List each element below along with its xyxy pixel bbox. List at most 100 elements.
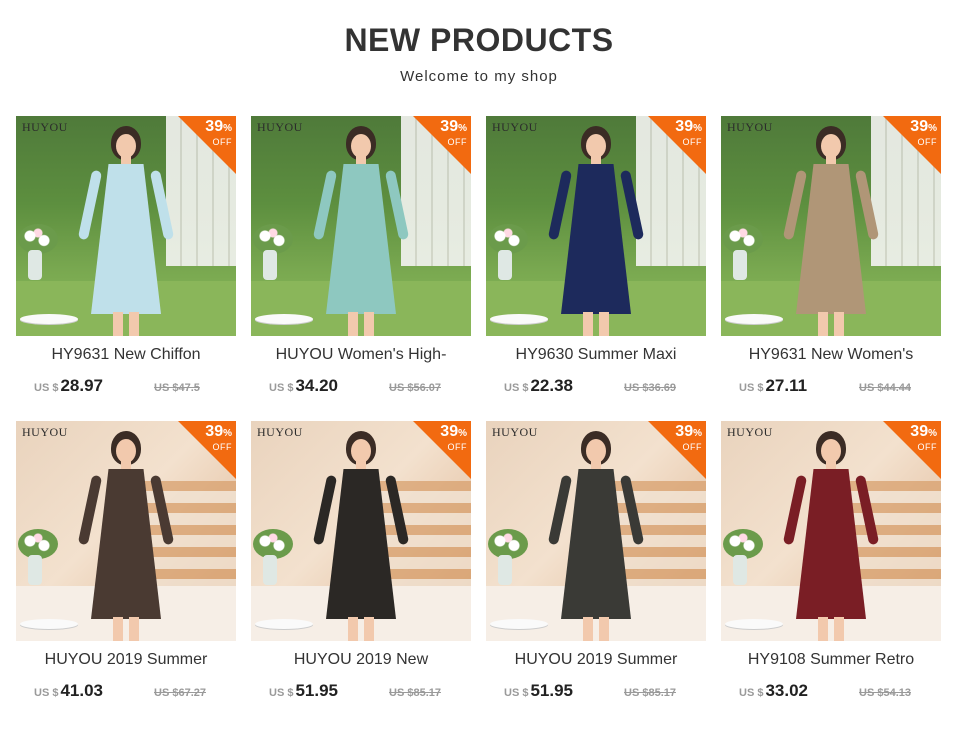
product-price: US $28.97 bbox=[34, 376, 103, 396]
vase-decor bbox=[733, 555, 747, 585]
discount-badge-text: 39% OFF bbox=[186, 119, 232, 147]
brand-logo: HUYOU bbox=[492, 120, 538, 134]
page-title: NEW PRODUCTS bbox=[344, 22, 614, 58]
discount-symbol: % bbox=[458, 428, 467, 439]
price-currency: US $ bbox=[269, 382, 294, 394]
model-figure bbox=[547, 126, 645, 336]
page-subtitle: Welcome to my shop bbox=[400, 68, 558, 85]
price-amount: 34.20 bbox=[295, 376, 339, 395]
discount-percent: 39 bbox=[440, 423, 459, 440]
discount-percent: 39 bbox=[205, 118, 224, 135]
discount-badge-text: 39% OFF bbox=[421, 424, 467, 452]
product-price: US $34.20 bbox=[269, 376, 338, 396]
original-price: US $85.17 bbox=[389, 687, 441, 699]
product-name[interactable]: HY9631 New Chiffon bbox=[16, 346, 236, 364]
product-name[interactable]: HUYOU 2019 New bbox=[251, 651, 471, 669]
vase-decor bbox=[498, 250, 512, 280]
product-price: US $51.95 bbox=[269, 681, 338, 701]
price-currency: US $ bbox=[504, 687, 529, 699]
discount-off-label: OFF bbox=[212, 442, 232, 452]
discount-badge-text: 39% OFF bbox=[656, 424, 702, 452]
vase-decor bbox=[733, 250, 747, 280]
model-figure bbox=[312, 431, 410, 641]
price-amount: 28.97 bbox=[60, 376, 104, 395]
discount-badge-text: 39% OFF bbox=[421, 119, 467, 147]
product-price: US $41.03 bbox=[34, 681, 103, 701]
product-image[interactable]: HUYOU 39% OFF bbox=[251, 116, 471, 336]
discount-symbol: % bbox=[458, 123, 467, 134]
model-figure bbox=[782, 431, 880, 641]
vase-decor bbox=[28, 555, 42, 585]
model-figure bbox=[312, 126, 410, 336]
price-currency: US $ bbox=[34, 382, 59, 394]
dress bbox=[326, 469, 396, 619]
vase-decor bbox=[263, 250, 277, 280]
vase-decor bbox=[263, 555, 277, 585]
product-image[interactable]: HUYOU 39% OFF bbox=[251, 421, 471, 641]
product-name[interactable]: HY9630 Summer Maxi bbox=[486, 346, 706, 364]
product-image[interactable]: HUYOU 39% OFF bbox=[721, 421, 941, 641]
brand-logo: HUYOU bbox=[257, 425, 303, 439]
product-name[interactable]: HUYOU 2019 Summer bbox=[16, 651, 236, 669]
product-price: US $51.95 bbox=[504, 681, 573, 701]
product-price: US $27.11 bbox=[739, 376, 807, 396]
table-decor bbox=[255, 619, 313, 629]
brand-logo: HUYOU bbox=[257, 120, 303, 134]
product-name[interactable]: HUYOU Women's High- bbox=[251, 346, 471, 364]
discount-badge-text: 39% OFF bbox=[891, 424, 937, 452]
model-figure bbox=[77, 126, 175, 336]
dress bbox=[91, 469, 161, 619]
product-name[interactable]: HY9631 New Women's bbox=[721, 346, 941, 364]
model-figure bbox=[547, 431, 645, 641]
price-amount: 33.02 bbox=[765, 681, 809, 700]
discount-badge-text: 39% OFF bbox=[656, 119, 702, 147]
dress bbox=[561, 164, 631, 314]
brand-logo: HUYOU bbox=[727, 120, 773, 134]
table-decor bbox=[725, 314, 783, 324]
original-price: US $44.44 bbox=[859, 382, 911, 394]
dress bbox=[796, 164, 866, 314]
discount-percent: 39 bbox=[675, 423, 694, 440]
discount-percent: 39 bbox=[910, 423, 929, 440]
product-image[interactable]: HUYOU 39% OFF bbox=[16, 421, 236, 641]
discount-percent: 39 bbox=[205, 423, 224, 440]
product-image[interactable]: HUYOU 39% OFF bbox=[721, 116, 941, 336]
product-image[interactable]: HUYOU 39% OFF bbox=[486, 116, 706, 336]
price-amount: 22.38 bbox=[530, 376, 574, 395]
model-figure bbox=[77, 431, 175, 641]
discount-symbol: % bbox=[223, 123, 232, 134]
vase-decor bbox=[498, 555, 512, 585]
original-price: US $67.27 bbox=[154, 687, 206, 699]
brand-logo: HUYOU bbox=[492, 425, 538, 439]
table-decor bbox=[20, 314, 78, 324]
price-currency: US $ bbox=[34, 687, 59, 699]
dress bbox=[796, 469, 866, 619]
original-price: US $36.69 bbox=[624, 382, 676, 394]
brand-logo: HUYOU bbox=[727, 425, 773, 439]
discount-symbol: % bbox=[223, 428, 232, 439]
price-amount: 27.11 bbox=[765, 376, 808, 395]
discount-percent: 39 bbox=[440, 118, 459, 135]
product-image[interactable]: HUYOU 39% OFF bbox=[16, 116, 236, 336]
product-name[interactable]: HY9108 Summer Retro bbox=[721, 651, 941, 669]
discount-symbol: % bbox=[928, 123, 937, 134]
brand-logo: HUYOU bbox=[22, 425, 68, 439]
price-amount: 41.03 bbox=[60, 681, 104, 700]
original-price: US $85.17 bbox=[624, 687, 676, 699]
discount-badge-text: 39% OFF bbox=[186, 424, 232, 452]
price-amount: 51.95 bbox=[295, 681, 339, 700]
discount-off-label: OFF bbox=[447, 442, 467, 452]
dress bbox=[91, 164, 161, 314]
product-name[interactable]: HUYOU 2019 Summer bbox=[486, 651, 706, 669]
price-currency: US $ bbox=[739, 382, 764, 394]
table-decor bbox=[725, 619, 783, 629]
discount-off-label: OFF bbox=[682, 442, 702, 452]
product-image[interactable]: HUYOU 39% OFF bbox=[486, 421, 706, 641]
model-figure bbox=[782, 126, 880, 336]
product-price: US $33.02 bbox=[739, 681, 808, 701]
discount-off-label: OFF bbox=[917, 137, 937, 147]
discount-off-label: OFF bbox=[682, 137, 702, 147]
original-price: US $47.5 bbox=[154, 382, 200, 394]
table-decor bbox=[490, 619, 548, 629]
discount-off-label: OFF bbox=[917, 442, 937, 452]
